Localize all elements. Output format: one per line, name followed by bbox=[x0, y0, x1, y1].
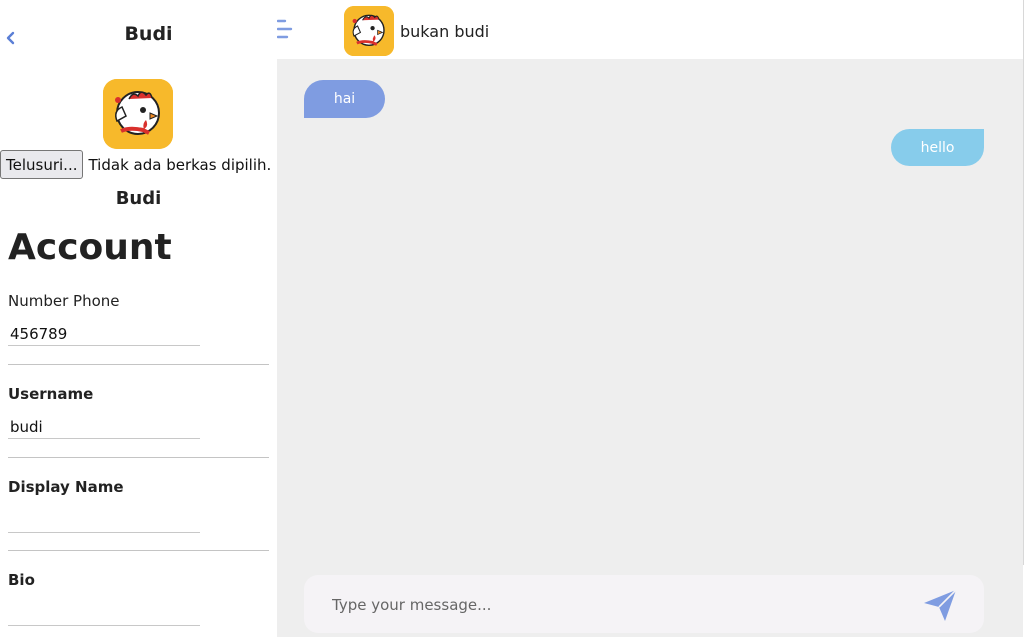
phone-number-label: Number Phone bbox=[8, 292, 120, 310]
bio-input[interactable] bbox=[8, 602, 200, 626]
browse-file-button[interactable]: Telusuri... bbox=[0, 150, 84, 179]
username-input[interactable] bbox=[8, 415, 200, 439]
file-status-text: Tidak ada berkas dipilih. bbox=[88, 155, 272, 174]
profile-header-name: Budi bbox=[124, 23, 173, 45]
profile-avatar bbox=[103, 79, 173, 149]
back-chevron-icon[interactable] bbox=[4, 29, 18, 47]
rooster-logo-icon bbox=[344, 6, 394, 56]
field-divider bbox=[8, 457, 269, 458]
chat-messages-area: hai hello bbox=[277, 59, 1023, 637]
outgoing-message-bubble: hello bbox=[891, 129, 984, 166]
message-input[interactable] bbox=[332, 593, 892, 617]
profile-display-name: Budi bbox=[115, 188, 162, 209]
menu-icon[interactable] bbox=[277, 19, 293, 39]
incoming-message-bubble: hai bbox=[304, 80, 385, 118]
phone-number-input[interactable] bbox=[8, 322, 200, 346]
field-divider bbox=[8, 364, 269, 365]
username-label: Username bbox=[8, 385, 94, 403]
profile-panel: Budi Telusuri... Tidak ada berkas dipili… bbox=[0, 0, 277, 637]
message-composer bbox=[304, 575, 984, 633]
contact-avatar[interactable] bbox=[344, 6, 394, 56]
contact-name[interactable]: bukan budi bbox=[400, 22, 489, 41]
field-divider bbox=[8, 550, 269, 551]
display-name-input[interactable] bbox=[8, 509, 200, 533]
avatar-file-picker: Telusuri... Tidak ada berkas dipilih. bbox=[0, 150, 271, 179]
chat-header: bukan budi bbox=[277, 0, 1023, 59]
display-name-label: Display Name bbox=[8, 478, 124, 496]
bio-label: Bio bbox=[8, 571, 35, 589]
account-section-title: Account bbox=[8, 227, 172, 268]
paper-plane-icon[interactable] bbox=[922, 587, 958, 623]
rooster-logo-icon bbox=[103, 79, 173, 149]
